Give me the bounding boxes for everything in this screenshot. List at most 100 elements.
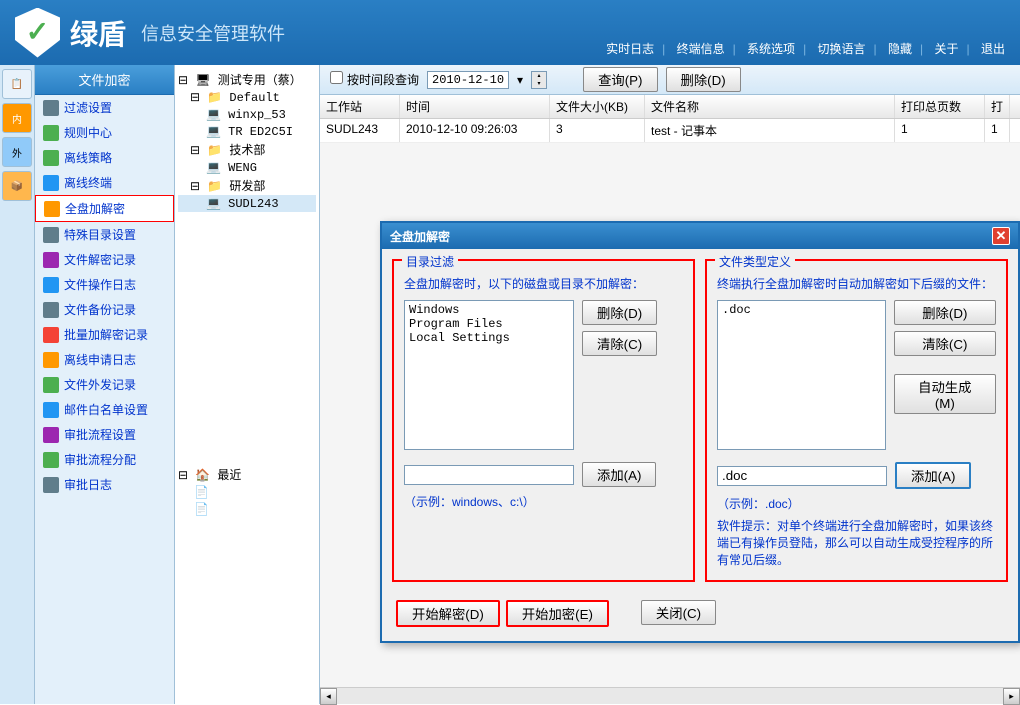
sidebar-item-full-encrypt[interactable]: 全盘加解密 bbox=[35, 195, 174, 222]
logo-subtitle: 信息安全管理软件 bbox=[141, 20, 285, 46]
dir-clear-button[interactable]: 清除(C) bbox=[582, 331, 657, 356]
start-encrypt-button[interactable]: 开始加密(E) bbox=[506, 600, 609, 627]
dir-filter-hint: 全盘加解密时，以下的磁盘或目录不加解密： bbox=[404, 275, 683, 292]
filetype-listbox[interactable]: .doc bbox=[717, 300, 886, 450]
close-icon[interactable]: ✕ bbox=[992, 227, 1010, 245]
flow-icon bbox=[43, 427, 59, 443]
sidebar-item-offline-policy[interactable]: 离线策略 bbox=[35, 145, 174, 170]
dialog-titlebar[interactable]: 全盘加解密 ✕ bbox=[382, 223, 1018, 249]
th-time[interactable]: 时间 bbox=[400, 95, 550, 118]
tree-leaf[interactable]: 💻 WENG bbox=[178, 159, 316, 176]
menu-realtime-log[interactable]: 实时日志 bbox=[606, 42, 654, 56]
ops-icon bbox=[43, 277, 59, 293]
tree-root[interactable]: ⊟ 🖥 测试专用（蔡） bbox=[178, 70, 316, 89]
close-button[interactable]: 关闭(C) bbox=[641, 600, 716, 625]
tree-node[interactable]: ⊟ 📁 技术部 bbox=[178, 140, 316, 159]
ft-autogen-button[interactable]: 自动生成(M) bbox=[894, 374, 996, 414]
start-decrypt-button[interactable]: 开始解密(D) bbox=[396, 600, 500, 627]
vtab-internal[interactable]: 内 bbox=[2, 103, 32, 133]
tree-recent-item[interactable]: 📄 bbox=[178, 501, 318, 518]
sidebar-item-offline-terminal[interactable]: 离线终端 bbox=[35, 170, 174, 195]
filter-bar: 按时间段查询 2010-12-10 ▾ ▴▾ 查询(P) 删除(D) bbox=[320, 65, 1020, 95]
filter-icon bbox=[43, 100, 59, 116]
out-icon bbox=[43, 377, 59, 393]
sidebar-item-rules[interactable]: 规则中心 bbox=[35, 120, 174, 145]
log-icon bbox=[43, 252, 59, 268]
vtab-boxes[interactable]: 📦 bbox=[2, 171, 32, 201]
dropdown-icon[interactable]: ▾ bbox=[517, 73, 523, 87]
sidebar-item-whitelist[interactable]: 邮件白名单设置 bbox=[35, 397, 174, 422]
th-workstation[interactable]: 工作站 bbox=[320, 95, 400, 118]
tree-leaf[interactable]: 💻 winxp_53 bbox=[178, 106, 316, 123]
ft-delete-button[interactable]: 删除(D) bbox=[894, 300, 996, 325]
h-scrollbar[interactable]: ◂ ▸ bbox=[320, 687, 1020, 704]
th-size[interactable]: 文件大小(KB) bbox=[550, 95, 645, 118]
sidebar-item-approval-set[interactable]: 审批流程设置 bbox=[35, 422, 174, 447]
dir-input[interactable] bbox=[404, 465, 574, 485]
sidebar-item-file-ops[interactable]: 文件操作日志 bbox=[35, 272, 174, 297]
apply-icon bbox=[43, 352, 59, 368]
sidebar: 文件加密 过滤设置 规则中心 离线策略 离线终端 全盘加解密 特殊目录设置 文件… bbox=[35, 65, 175, 704]
tree-recent[interactable]: ⊟ 🏠 最近 bbox=[178, 465, 318, 484]
app-header: 绿盾 信息安全管理软件 实时日志| 终端信息| 系统选项| 切换语言| 隐藏| … bbox=[0, 0, 1020, 65]
sidebar-item-approval-assign[interactable]: 审批流程分配 bbox=[35, 447, 174, 472]
ft-add-button[interactable]: 添加(A) bbox=[895, 462, 971, 489]
menu-switch-lang[interactable]: 切换语言 bbox=[818, 42, 866, 56]
dir-filter-group: 目录过滤 全盘加解密时，以下的磁盘或目录不加解密： Windows Progra… bbox=[392, 259, 695, 582]
ft-example: （示例：.doc） bbox=[717, 495, 996, 512]
tree-recent-item[interactable]: 📄 bbox=[178, 484, 318, 501]
sidebar-item-approval-log[interactable]: 审批日志 bbox=[35, 472, 174, 497]
right-content: 按时间段查询 2010-12-10 ▾ ▴▾ 查询(P) 删除(D) 工作站 时… bbox=[320, 65, 1020, 704]
rules-icon bbox=[43, 125, 59, 141]
sidebar-item-offline-apply[interactable]: 离线申请日志 bbox=[35, 347, 174, 372]
th-print[interactable]: 打 bbox=[985, 95, 1010, 118]
sidebar-item-outgoing[interactable]: 文件外发记录 bbox=[35, 372, 174, 397]
full-encrypt-dialog: 全盘加解密 ✕ 目录过滤 全盘加解密时，以下的磁盘或目录不加解密： Window… bbox=[380, 221, 1020, 643]
encrypt-icon bbox=[44, 201, 60, 217]
filetype-legend: 文件类型定义 bbox=[715, 253, 795, 270]
dir-delete-button[interactable]: 删除(D) bbox=[582, 300, 657, 325]
tree-node[interactable]: ⊟ 📁 Default bbox=[178, 89, 316, 106]
menu-exit[interactable]: 退出 bbox=[981, 42, 1005, 56]
top-menu: 实时日志| 终端信息| 系统选项| 切换语言| 隐藏| 关于| 退出 bbox=[606, 40, 1005, 57]
menu-terminal-info[interactable]: 终端信息 bbox=[677, 42, 725, 56]
vertical-tab-strip: 📋 内 外 📦 bbox=[0, 65, 35, 704]
date-input[interactable]: 2010-12-10 bbox=[427, 71, 509, 89]
table-header-row: 工作站 时间 文件大小(KB) 文件名称 打印总页数 打 bbox=[320, 95, 1020, 119]
dir-add-button[interactable]: 添加(A) bbox=[582, 462, 656, 487]
sidebar-item-backup[interactable]: 文件备份记录 bbox=[35, 297, 174, 322]
menu-about[interactable]: 关于 bbox=[935, 42, 959, 56]
sidebar-item-decrypt-log[interactable]: 文件解密记录 bbox=[35, 247, 174, 272]
th-pages[interactable]: 打印总页数 bbox=[895, 95, 985, 118]
menu-system-options[interactable]: 系统选项 bbox=[747, 42, 795, 56]
ft-input[interactable] bbox=[717, 466, 887, 486]
filetype-hint: 终端执行全盘加解密时自动加解密如下后缀的文件： bbox=[717, 275, 996, 292]
batch-icon bbox=[43, 327, 59, 343]
sidebar-item-filter[interactable]: 过滤设置 bbox=[35, 95, 174, 120]
table-row[interactable]: SUDL243 2010-12-10 09:26:03 3 test - 记事本… bbox=[320, 119, 1020, 143]
tree-node[interactable]: ⊟ 📁 研发部 bbox=[178, 176, 316, 195]
tree-leaf-selected[interactable]: 💻 SUDL243 bbox=[178, 195, 316, 212]
vtab-1[interactable]: 📋 bbox=[2, 69, 32, 99]
dir-icon bbox=[43, 227, 59, 243]
assign-icon bbox=[43, 452, 59, 468]
th-filename[interactable]: 文件名称 bbox=[645, 95, 895, 118]
backup-icon bbox=[43, 302, 59, 318]
ft-clear-button[interactable]: 清除(C) bbox=[894, 331, 996, 356]
dialog-title-text: 全盘加解密 bbox=[390, 228, 450, 245]
vtab-external[interactable]: 外 bbox=[2, 137, 32, 167]
date-spinner[interactable]: ▴▾ bbox=[531, 71, 547, 89]
sidebar-item-batch[interactable]: 批量加解密记录 bbox=[35, 322, 174, 347]
mail-icon bbox=[43, 402, 59, 418]
sidebar-item-special-dir[interactable]: 特殊目录设置 bbox=[35, 222, 174, 247]
scroll-left-icon[interactable]: ◂ bbox=[320, 688, 337, 705]
menu-hide[interactable]: 隐藏 bbox=[888, 42, 912, 56]
policy-icon bbox=[43, 150, 59, 166]
scroll-right-icon[interactable]: ▸ bbox=[1003, 688, 1020, 705]
tree-leaf[interactable]: 💻 TR ED2C5I bbox=[178, 123, 316, 140]
query-button[interactable]: 查询(P) bbox=[583, 67, 657, 92]
dir-listbox[interactable]: Windows Program Files Local Settings bbox=[404, 300, 574, 450]
delete-button[interactable]: 删除(D) bbox=[666, 67, 741, 92]
time-filter-check[interactable]: 按时间段查询 bbox=[330, 71, 419, 88]
dir-filter-legend: 目录过滤 bbox=[402, 253, 458, 270]
